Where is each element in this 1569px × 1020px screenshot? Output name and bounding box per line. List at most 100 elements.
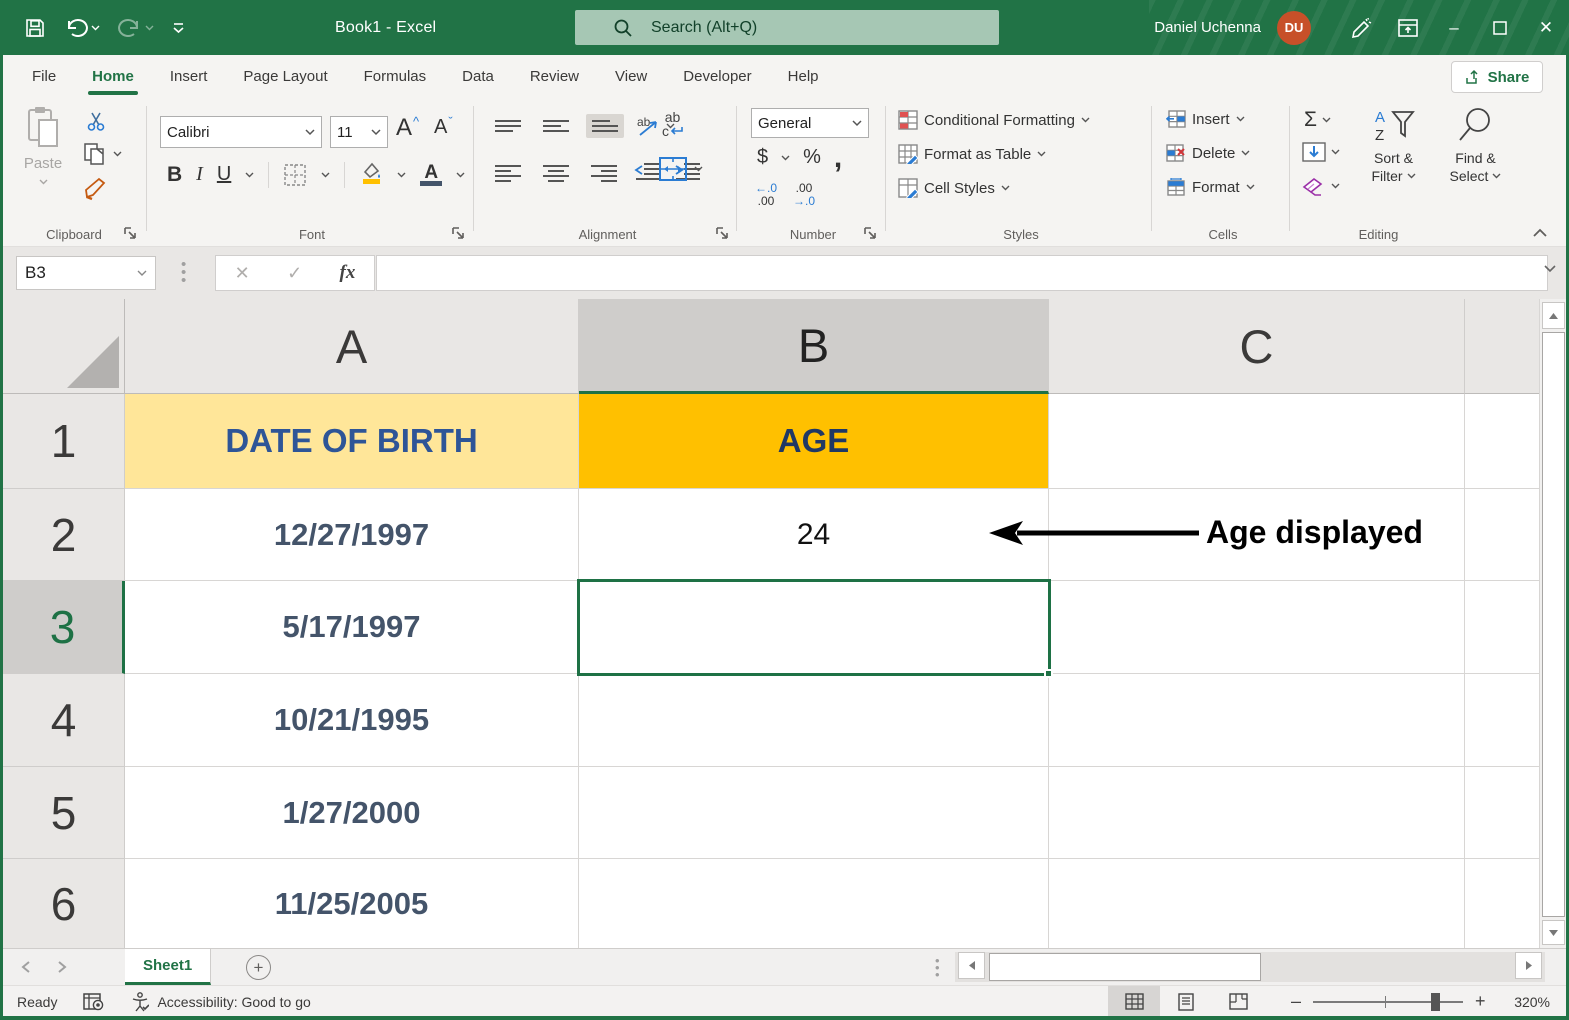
close-button[interactable]: ✕ — [1523, 0, 1569, 55]
middle-align-button[interactable] — [538, 115, 574, 137]
insert-cells-button[interactable]: Insert — [1166, 110, 1245, 128]
chevron-down-icon[interactable] — [456, 172, 465, 178]
fill-color-button[interactable] — [359, 160, 383, 189]
ribbon-display-options-button[interactable] — [1385, 0, 1431, 55]
borders-button[interactable] — [283, 163, 307, 187]
zoom-slider-thumb[interactable] — [1431, 992, 1441, 1011]
user-name[interactable]: Daniel Uchenna — [1154, 19, 1261, 36]
cell-a2[interactable]: 12/27/1997 — [125, 489, 579, 581]
alignment-dialog-launcher[interactable] — [715, 226, 729, 240]
italic-button[interactable]: I — [196, 163, 203, 186]
comma-style-button[interactable]: , — [834, 142, 842, 172]
hscroll-left-button[interactable] — [958, 952, 985, 979]
tab-help[interactable]: Help — [784, 55, 823, 98]
font-size-select[interactable]: 11 — [330, 116, 388, 148]
cell-a4[interactable]: 10/21/1995 — [125, 674, 579, 767]
fill-handle[interactable] — [1044, 669, 1053, 678]
cell-d6[interactable] — [1465, 859, 1539, 948]
name-box[interactable]: B3 — [16, 256, 156, 290]
bottom-align-button[interactable] — [586, 114, 624, 138]
sort-filter-button[interactable]: A Z Sort & Filter — [1356, 106, 1431, 185]
sheet-prev-button[interactable] — [21, 961, 31, 973]
cell-d4[interactable] — [1465, 674, 1539, 767]
tab-review[interactable]: Review — [526, 55, 583, 98]
cell-d5[interactable] — [1465, 767, 1539, 859]
wrap-text-button[interactable]: ab c — [662, 110, 683, 138]
active-cell-selection[interactable] — [577, 579, 1053, 678]
vertical-scrollbar-thumb[interactable] — [1542, 332, 1565, 917]
format-painter-button[interactable] — [83, 176, 109, 207]
tabbar-resize-handle[interactable]: • • • — [935, 954, 940, 981]
clear-button[interactable] — [1302, 176, 1340, 196]
accounting-format-button[interactable]: $ — [757, 146, 768, 169]
cell-d1[interactable] — [1465, 394, 1539, 489]
sheet-tab-sheet1[interactable]: Sheet1 — [125, 949, 212, 985]
row-header-1[interactable]: 1 — [3, 394, 125, 489]
number-dialog-launcher[interactable] — [863, 226, 877, 240]
top-align-button[interactable] — [490, 115, 526, 137]
cell-c1[interactable] — [1049, 394, 1465, 489]
page-break-preview-button[interactable] — [1212, 986, 1264, 1017]
bold-button[interactable]: B — [167, 163, 182, 187]
increase-font-size-button[interactable]: A ^ — [396, 114, 419, 142]
font-name-select[interactable]: Calibri — [160, 116, 322, 148]
cut-button[interactable] — [85, 110, 107, 137]
expand-formula-bar-button[interactable] — [1544, 265, 1556, 273]
decrease-font-size-button[interactable]: Aˇ — [434, 114, 453, 139]
page-layout-view-button[interactable] — [1160, 986, 1212, 1017]
accessibility-status[interactable]: Accessibility: Good to go — [131, 991, 311, 1012]
increase-decimal-button[interactable]: ←.0 .00 — [755, 182, 777, 208]
clipboard-dialog-launcher[interactable] — [123, 226, 137, 240]
save-button[interactable] — [24, 17, 46, 39]
search-input[interactable]: Search (Alt+Q) — [575, 10, 999, 45]
coming-soon-button[interactable] — [1339, 0, 1385, 55]
namebox-resize-handle[interactable]: • • • — [181, 257, 186, 288]
column-header-c[interactable]: C — [1049, 299, 1465, 394]
zoom-in-button[interactable]: + — [1475, 991, 1486, 1012]
autosum-button[interactable]: Σ — [1304, 108, 1331, 132]
customize-qat-button[interactable] — [172, 22, 185, 34]
row-header-3[interactable]: 3 — [3, 581, 125, 674]
row-header-6[interactable]: 6 — [3, 859, 125, 948]
formula-input[interactable] — [376, 255, 1548, 291]
scroll-down-button[interactable] — [1542, 920, 1565, 945]
cell-b5[interactable] — [579, 767, 1049, 859]
undo-button[interactable] — [64, 17, 100, 39]
cell-c6[interactable] — [1049, 859, 1465, 948]
cell-d2[interactable] — [1465, 489, 1539, 581]
vertical-scrollbar[interactable] — [1539, 299, 1566, 948]
cell-b4[interactable] — [579, 674, 1049, 767]
avatar[interactable]: DU — [1277, 10, 1311, 45]
share-button[interactable]: Share — [1451, 61, 1543, 93]
cell-b1[interactable]: AGE — [579, 394, 1049, 489]
cell-a5[interactable]: 1/27/2000 — [125, 767, 579, 859]
insert-function-button[interactable]: fx — [340, 262, 356, 284]
column-header-b[interactable]: B — [579, 299, 1049, 394]
cell-c5[interactable] — [1049, 767, 1465, 859]
align-right-button[interactable] — [586, 160, 622, 187]
cell-a1[interactable]: DATE OF BIRTH — [125, 394, 579, 489]
cell-b6[interactable] — [579, 859, 1049, 948]
horizontal-scrollbar-thumb[interactable] — [989, 953, 1261, 981]
chevron-down-icon[interactable] — [781, 155, 790, 161]
maximize-button[interactable] — [1477, 0, 1523, 55]
tab-page-layout[interactable]: Page Layout — [239, 55, 331, 98]
cell-a3[interactable]: 5/17/1997 — [125, 581, 579, 674]
tab-insert[interactable]: Insert — [166, 55, 212, 98]
chevron-down-icon[interactable] — [321, 172, 330, 178]
zoom-level[interactable]: 320% — [1514, 986, 1550, 1017]
delete-cells-button[interactable]: Delete — [1166, 144, 1250, 162]
cell-b2[interactable]: 24 — [579, 489, 1049, 581]
collapse-ribbon-button[interactable] — [1532, 228, 1548, 238]
sheet-next-button[interactable] — [57, 961, 67, 973]
tab-formulas[interactable]: Formulas — [360, 55, 431, 98]
select-all-button[interactable] — [3, 299, 125, 394]
macro-record-icon[interactable] — [83, 992, 105, 1011]
row-header-5[interactable]: 5 — [3, 767, 125, 859]
find-select-button[interactable]: Find & Select — [1438, 106, 1513, 185]
row-header-4[interactable]: 4 — [3, 674, 125, 767]
percent-style-button[interactable]: % — [803, 146, 821, 169]
new-sheet-button[interactable]: + — [246, 955, 271, 980]
tab-view[interactable]: View — [611, 55, 651, 98]
decrease-decimal-button[interactable]: .00 →.0 — [793, 182, 815, 208]
